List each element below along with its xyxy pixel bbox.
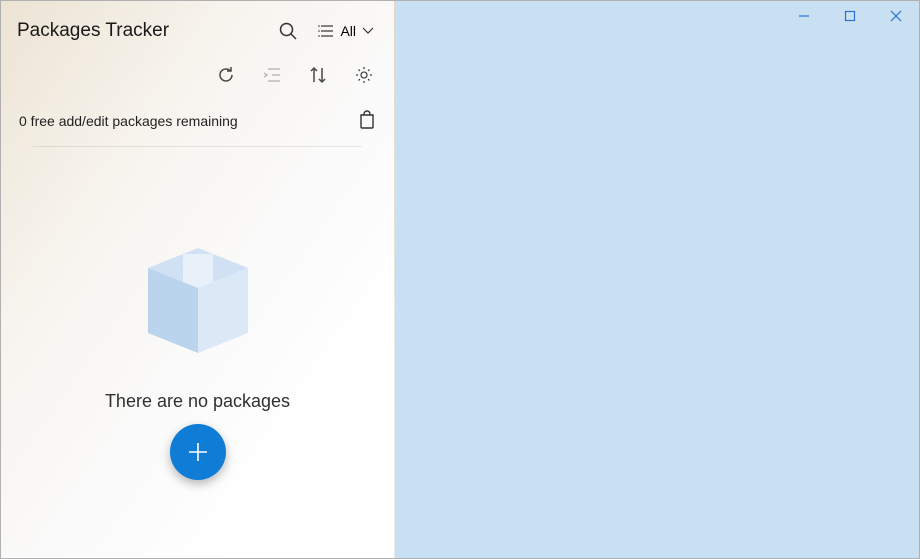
filter-label: All: [340, 23, 356, 39]
close-button[interactable]: [873, 1, 919, 31]
package-illustration: [123, 233, 273, 363]
gear-icon: [354, 65, 374, 85]
list-action-button[interactable]: [260, 63, 284, 87]
minimize-icon: [798, 10, 810, 22]
shopping-bag-icon: [358, 109, 376, 129]
empty-state: There are no packages: [1, 147, 394, 558]
store-button[interactable]: [358, 109, 376, 132]
sort-icon: [309, 65, 327, 85]
content-panel: [395, 1, 919, 558]
header: Packages Tracker: [1, 1, 394, 57]
header-actions: All: [270, 13, 378, 49]
free-remaining-text: 0 free add/edit packages remaining: [19, 113, 238, 129]
chevron-down-icon: [362, 27, 374, 35]
window-controls: [781, 1, 919, 31]
maximize-button[interactable]: [827, 1, 873, 31]
filter-dropdown[interactable]: All: [314, 19, 378, 43]
refresh-icon: [216, 65, 236, 85]
indent-list-icon: [262, 66, 282, 84]
refresh-button[interactable]: [214, 63, 238, 87]
add-package-button[interactable]: [170, 424, 226, 480]
empty-message: There are no packages: [105, 391, 290, 412]
maximize-icon: [844, 10, 856, 22]
search-icon: [278, 21, 298, 41]
close-icon: [890, 10, 902, 22]
minimize-button[interactable]: [781, 1, 827, 31]
settings-button[interactable]: [352, 63, 376, 87]
plus-icon: [184, 438, 212, 466]
app-title: Packages Tracker: [17, 20, 270, 42]
toolbar: [1, 57, 394, 97]
list-icon: [318, 24, 334, 38]
search-button[interactable]: [270, 13, 306, 49]
status-row: 0 free add/edit packages remaining: [1, 97, 394, 146]
sort-button[interactable]: [306, 63, 330, 87]
left-panel: Packages Tracker: [1, 1, 395, 558]
